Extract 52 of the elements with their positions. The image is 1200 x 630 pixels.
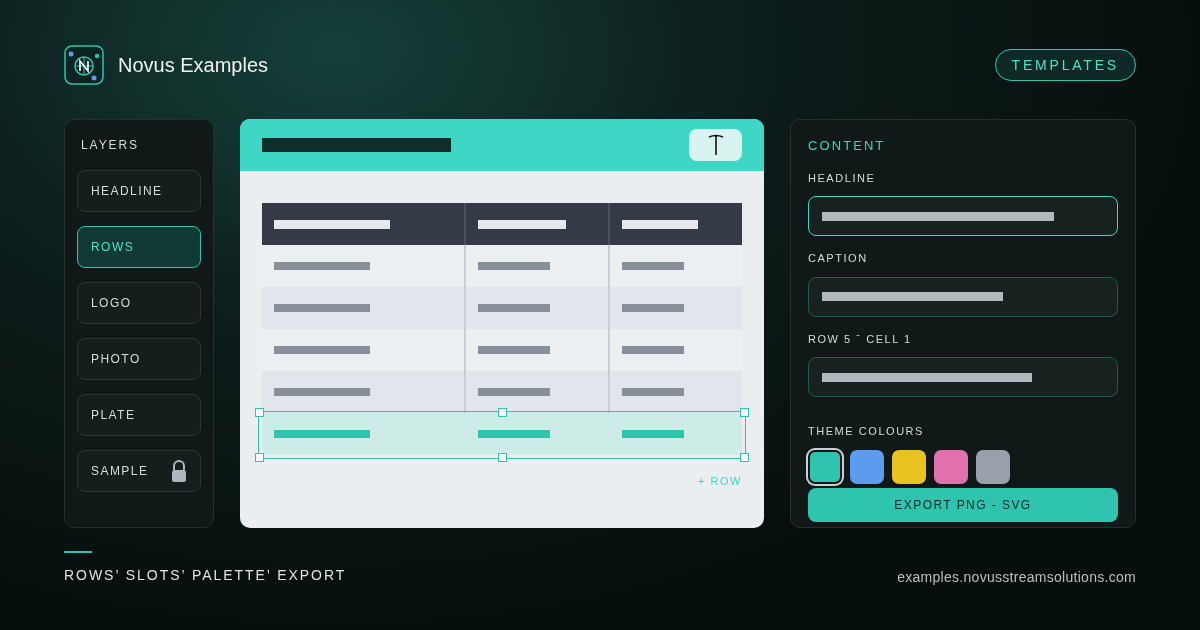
text-tool-button[interactable] [689,129,742,161]
layer-label: HEADLINE [91,183,163,200]
cell-bar [622,262,684,270]
cell-bar [622,304,684,312]
cell-bar [622,346,684,354]
cell-bar [622,430,684,438]
field-label: ROW 5 ˉ CELL 1 [808,331,913,347]
layer-item[interactable]: SAMPLE [77,450,201,492]
resize-handle[interactable] [740,453,749,462]
colour-swatch[interactable] [892,449,926,484]
resize-handle[interactable] [255,453,264,462]
layer-item[interactable]: HEADLINE [77,170,201,212]
logo-icon [64,45,104,85]
tagline: ROWS’ SLOTS’ PALETTE’ EXPORT [64,566,347,585]
field-label: HEADLINE [808,170,877,186]
cell-bar [478,430,550,438]
layer-label: LOGO [91,295,132,312]
input-field[interactable] [808,276,1118,317]
colour-swatch[interactable] [850,449,884,484]
text-tool-icon [707,134,724,156]
table-row[interactable] [262,287,742,329]
layer-item[interactable]: PLATE [77,394,201,436]
cell-bar [622,388,684,396]
colour-swatch[interactable] [808,449,842,484]
resize-handle[interactable] [498,453,507,462]
resize-handle[interactable] [255,408,264,417]
input-field[interactable] [808,357,1118,397]
layer-item[interactable]: PHOTO [77,338,201,380]
layer-label: SAMPLE [91,463,149,480]
cell-bar [478,262,550,270]
panel-title: LAYERS [80,137,140,154]
layer-label: PHOTO [91,351,141,368]
panel-title: CONTENT [808,137,887,155]
input-field[interactable] [808,196,1118,236]
layer-item[interactable]: ROWS [77,226,201,268]
field-label: THEME COLOURS [808,424,925,439]
cell-bar [478,346,550,354]
resize-handle[interactable] [740,408,749,417]
cell-bar [478,304,550,312]
layer-label: PLATE [91,407,136,424]
site-url: examples.novusstreamsolutions.com [897,568,1136,587]
table-row[interactable] [262,371,742,413]
app-title: Novus Examples [118,53,269,78]
layer-label: ROWS [91,239,135,256]
export-button[interactable]: EXPORT PNG - SVG [808,487,1118,522]
resize-handle[interactable] [498,408,507,417]
colour-swatch[interactable] [976,449,1010,484]
layer-item[interactable]: LOGO [77,282,201,324]
templates-button[interactable]: TEMPLATES [994,49,1136,81]
cell-bar [478,388,550,396]
colour-swatch[interactable] [934,449,968,484]
field-label: CAPTION [808,251,869,266]
